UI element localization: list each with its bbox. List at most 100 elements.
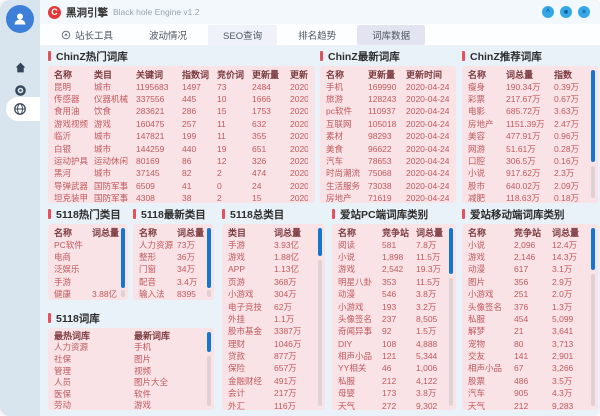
table-row: 配音3.4万 bbox=[139, 276, 207, 288]
column-header: 词总量 bbox=[92, 226, 121, 238]
scrollbar-track[interactable] bbox=[207, 356, 211, 406]
table-row: 美容477.91万0.96万 bbox=[468, 130, 591, 142]
table-cell: 城市 bbox=[94, 81, 136, 93]
table-cell: 1497 bbox=[182, 82, 217, 92]
table-row: 输入法8395 bbox=[139, 288, 207, 300]
table-row: 时尚潮流750682020-04-24 bbox=[326, 167, 449, 179]
table-cell: 257 bbox=[182, 119, 217, 129]
table-cell: 理财 bbox=[228, 338, 274, 350]
table-row: 瘦身190.34万0.39万 bbox=[468, 80, 591, 92]
table-cell: 82 bbox=[182, 168, 217, 178]
scrollbar-track[interactable] bbox=[591, 166, 595, 198]
table-cell: 金融财经 bbox=[228, 375, 274, 387]
panel-title-5118-hot-cat: 5118热门类目 bbox=[48, 208, 121, 220]
table-cell: 160475 bbox=[136, 119, 182, 129]
scrollbar-thumb[interactable] bbox=[591, 70, 595, 162]
table-header-row: 名称竞争站词总量 bbox=[468, 226, 591, 238]
scrollbar-track[interactable] bbox=[207, 290, 211, 297]
table-cell: 51.61万 bbox=[506, 143, 554, 155]
table-cell: 491万 bbox=[274, 375, 318, 387]
table-cell: 人力资源 bbox=[54, 342, 134, 354]
column-header: 名称 bbox=[338, 226, 382, 238]
scrollbar-thumb[interactable] bbox=[121, 228, 125, 288]
table-cell: 353 bbox=[382, 277, 416, 287]
panel-title-chinz-new: ChinZ最新词库 bbox=[320, 50, 400, 62]
table-cell: 80 bbox=[514, 339, 552, 349]
scrollbar-thumb[interactable] bbox=[207, 332, 211, 352]
table-cell: 导弹武器 bbox=[54, 180, 94, 192]
table-cell: 美容 bbox=[468, 130, 506, 142]
panel-title-chinz-hot: ChinZ热门词库 bbox=[48, 50, 128, 62]
table-row: 私服4545,099 bbox=[468, 313, 591, 325]
table-row: 房地产1151.39万2.47万 bbox=[468, 118, 591, 130]
table-row: pc软件1109372020-04-24 bbox=[326, 105, 449, 117]
globe-icon[interactable] bbox=[0, 98, 40, 120]
table-cell: 手游 bbox=[54, 276, 92, 288]
table-row: 健康3.88亿 bbox=[54, 288, 121, 300]
table-row: 动漫6173.1万 bbox=[468, 263, 591, 275]
app-title: 黑洞引擎 bbox=[66, 5, 108, 20]
table-cell: 12.4万 bbox=[552, 239, 591, 251]
table-cell: 小说 bbox=[468, 239, 514, 251]
table-cell: 917.62万 bbox=[506, 167, 554, 179]
scrollbar-thumb[interactable] bbox=[449, 228, 453, 274]
home-icon[interactable] bbox=[0, 56, 40, 78]
table-row: 互联网1050182020-04-24 bbox=[326, 118, 449, 130]
table-cell: 游戏 bbox=[468, 251, 514, 263]
table-row: 人员图片大全 bbox=[54, 376, 207, 388]
table-cell: 286 bbox=[182, 106, 217, 116]
table-cell: 房地产 bbox=[326, 192, 368, 203]
table-row: 昆明城市119568314977324842020-04-24 bbox=[54, 80, 308, 92]
table-cell: 581 bbox=[382, 240, 416, 250]
table-cell: 36万 bbox=[177, 251, 207, 263]
window-controls: ^ ■ × bbox=[542, 6, 590, 18]
table-row: 美食966222020-04-24 bbox=[326, 142, 449, 154]
panel-title-text: 爱站移动端词库类别 bbox=[470, 207, 565, 222]
scrollbar-track[interactable] bbox=[591, 274, 595, 406]
column-header: 最热词库 bbox=[54, 330, 134, 342]
table-cell: 股市基金 bbox=[228, 325, 274, 337]
tab-thesaurus-data[interactable]: 词库数据 bbox=[357, 25, 425, 45]
scrollbar-track[interactable] bbox=[121, 290, 125, 297]
scrollbar-thumb[interactable] bbox=[318, 228, 322, 256]
table-cell: 632 bbox=[252, 119, 290, 129]
scrollbar-thumb[interactable] bbox=[207, 228, 211, 288]
table-row: 金融财经491万 bbox=[228, 375, 318, 387]
table-cell: 小说 bbox=[468, 167, 506, 179]
table-cell: 4,122 bbox=[416, 376, 449, 386]
table-cell: 2020-04-24 bbox=[290, 156, 308, 166]
table-cell: 190.34万 bbox=[506, 81, 554, 93]
table-header-row: 名称词总量指数 bbox=[468, 68, 591, 80]
table-cell: 73038 bbox=[368, 181, 406, 191]
collapse-button[interactable]: ^ bbox=[542, 6, 554, 18]
table-cell: 视频 bbox=[134, 365, 207, 377]
avatar[interactable] bbox=[6, 5, 34, 33]
column-header: 名称 bbox=[468, 68, 506, 80]
table-cell: 城市 bbox=[94, 143, 136, 155]
table-row: 外汇116万 bbox=[228, 399, 318, 410]
scrollbar-track[interactable] bbox=[318, 260, 322, 406]
tab-webmaster-tools[interactable]: 站长工具 bbox=[46, 25, 128, 45]
panel-title-5118-ciku: 5118词库 bbox=[48, 312, 100, 324]
table-cell: 汽车 bbox=[326, 155, 368, 167]
scrollbar-thumb[interactable] bbox=[591, 228, 595, 270]
table-cell: 头像签名 bbox=[468, 301, 514, 313]
tab-fluctuation[interactable]: 波动情况 bbox=[134, 25, 202, 45]
column-header: 最新词库 bbox=[134, 330, 207, 342]
table-cell: 游戏 bbox=[228, 251, 274, 263]
tab-seo-query[interactable]: SEO查询 bbox=[208, 25, 277, 45]
table-cell: 母婴 bbox=[338, 387, 382, 399]
scrollbar-track[interactable] bbox=[449, 278, 453, 406]
table-cell: 11.5万 bbox=[416, 251, 449, 263]
minimize-button[interactable]: ■ bbox=[560, 6, 572, 18]
panel-title-text: 爱站PC端词库类别 bbox=[340, 207, 428, 222]
tab-ranking-trend[interactable]: 排名趋势 bbox=[283, 25, 351, 45]
table-cell: 67 bbox=[514, 363, 552, 373]
table-row: 手机1699902020-04-24 bbox=[326, 80, 449, 92]
table-cell: 368万 bbox=[274, 276, 318, 288]
table-row: 食用油饮食2836212861517532020-04-24 bbox=[54, 105, 308, 117]
close-button[interactable]: × bbox=[578, 6, 590, 18]
table-row: 门窗34万 bbox=[139, 263, 207, 275]
table-cell: 3,266 bbox=[552, 363, 591, 373]
table-cell: 2020-04-24 bbox=[406, 144, 449, 154]
